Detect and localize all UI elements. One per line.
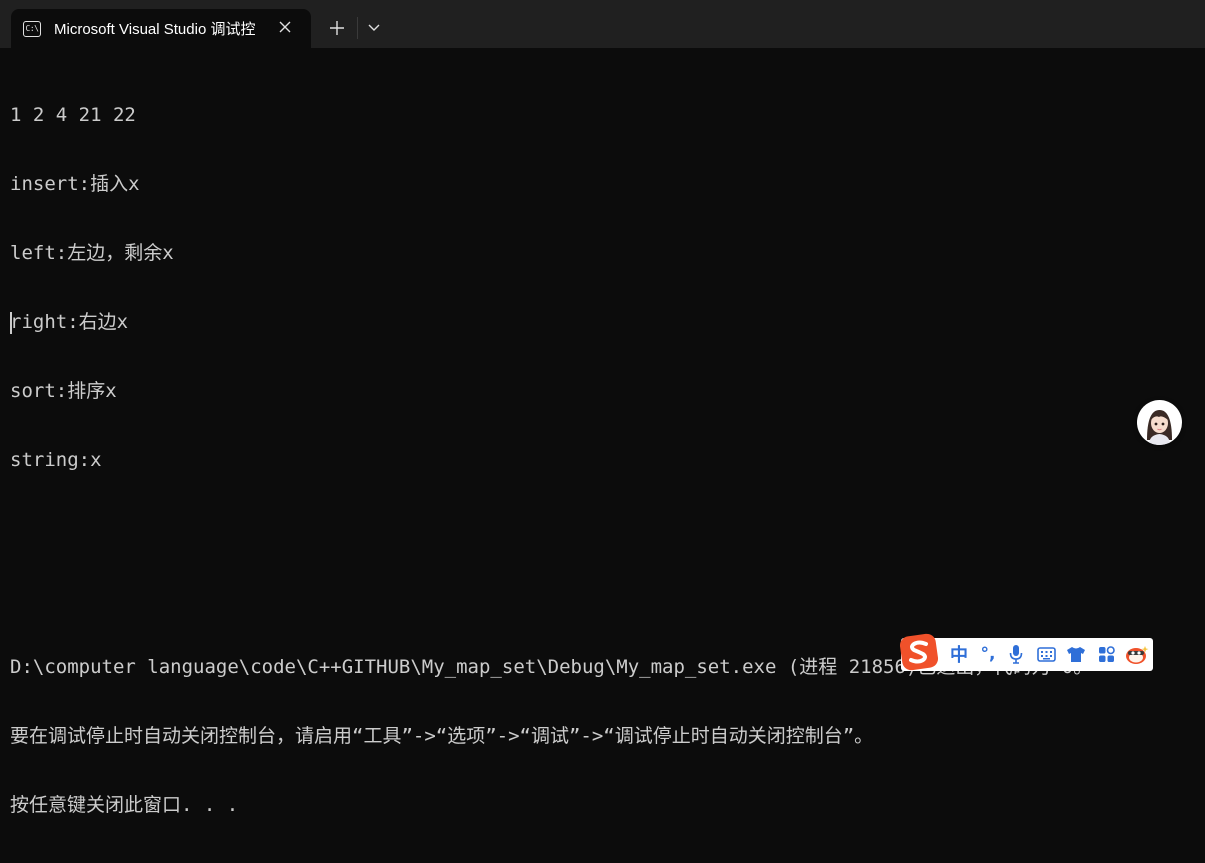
console-line: insert:插入x (10, 173, 140, 195)
console-output[interactable]: 1 2 4 21 22 insert:插入x left:左边，剩余x right… (10, 58, 1200, 863)
keyboard-icon[interactable] (1035, 643, 1057, 665)
tab-console[interactable]: C:\ Microsoft Visual Studio 调试控 (11, 9, 311, 48)
console-line: 1 2 4 21 22 (10, 104, 136, 126)
terminal-window: C:\ Microsoft Visual Studio 调试控 1 2 4 21… (0, 0, 1205, 816)
apps-grid-icon[interactable] (1095, 643, 1117, 665)
console-line: right:右边x (10, 311, 129, 333)
ime-language-toggle[interactable]: 中 (947, 643, 971, 666)
console-line: string:x (10, 449, 102, 471)
close-icon[interactable] (277, 19, 293, 35)
ime-toolbar: 中 °, (899, 633, 1153, 671)
plus-icon (330, 21, 344, 35)
sogou-s-icon[interactable] (899, 633, 939, 671)
title-bar: C:\ Microsoft Visual Studio 调试控 (0, 0, 1205, 48)
text-cursor (10, 312, 12, 334)
tab-title: Microsoft Visual Studio 调试控 (54, 21, 256, 38)
ime-punctuation-toggle[interactable]: °, (977, 643, 999, 665)
mascot-icon[interactable] (1123, 643, 1151, 665)
tab-divider (357, 17, 358, 39)
microphone-icon[interactable] (1005, 643, 1027, 665)
assistant-avatar[interactable] (1137, 400, 1182, 445)
chevron-down-icon (368, 24, 380, 31)
tab-dropdown-button[interactable] (363, 17, 385, 39)
console-line: left:左边，剩余x (10, 242, 174, 264)
console-icon: C:\ (23, 20, 41, 37)
console-line: 按任意键关闭此窗口. . . (10, 794, 239, 816)
console-line: 要在调试停止时自动关闭控制台，请启用“工具”->“选项”->“调试”->“调试停… (10, 725, 874, 747)
avatar-icon (1137, 400, 1182, 445)
shirt-skin-icon[interactable] (1065, 643, 1087, 665)
console-line: sort:排序x (10, 380, 117, 402)
new-tab-button[interactable] (325, 16, 349, 40)
